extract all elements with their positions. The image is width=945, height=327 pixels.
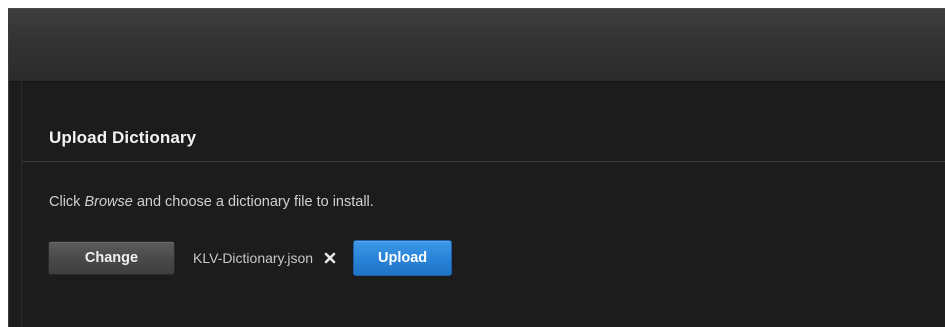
instruction-browse-emphasis: Browse — [84, 194, 133, 210]
section-title: Upload Dictionary — [49, 128, 197, 147]
instruction-text: Click Browse and choose a dictionary fil… — [49, 194, 374, 210]
app-window: Upload Dictionary Click Browse and choos… — [8, 8, 945, 327]
change-file-button[interactable]: Change — [48, 241, 175, 275]
upload-controls: Change KLV-Dictionary.json Upload — [48, 240, 453, 276]
instruction-text-before: Click — [49, 194, 85, 210]
instruction-text-after: and choose a dictionary file to install. — [132, 194, 374, 210]
close-x-icon — [324, 252, 336, 264]
section-divider — [22, 161, 945, 162]
top-navigation-bar — [9, 9, 945, 82]
upload-button[interactable]: Upload — [353, 240, 453, 276]
remove-file-icon[interactable] — [323, 251, 337, 265]
panel-edge-divider — [21, 82, 22, 327]
main-content-panel: Upload Dictionary Click Browse and choos… — [9, 82, 945, 327]
selected-file-name: KLV-Dictionary.json — [193, 250, 314, 266]
